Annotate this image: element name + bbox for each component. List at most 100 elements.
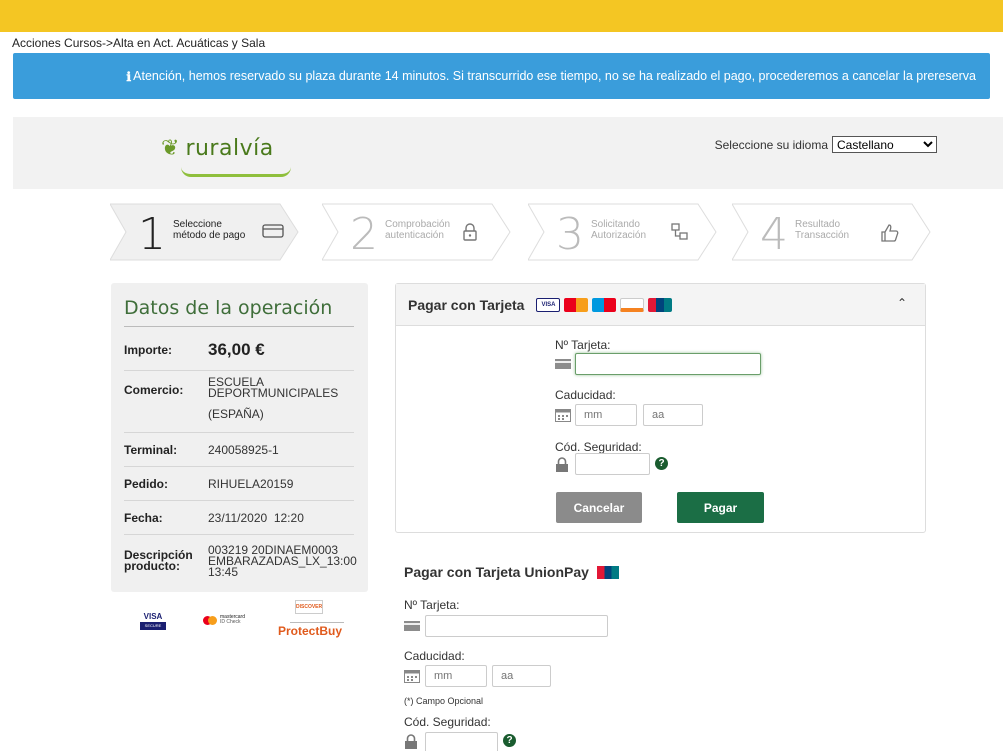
step-4-number: 4 (760, 209, 788, 260)
row-amount: Importe: 36,00 € (124, 329, 354, 371)
row-terminal: Terminal: 240058925-1 (124, 433, 354, 467)
protectbuy-logo: ProtectBuy (278, 624, 343, 638)
step-1-line2: método de pago (173, 230, 246, 241)
card-brands: VISA (536, 297, 673, 312)
step-3-line1: Solicitando (591, 219, 640, 230)
step-3-text: Solicitando Autorización (591, 219, 671, 241)
row-merchant: Comercio: ESCUELA DEPORTMUNICIPALES (ESP… (124, 371, 354, 433)
thumbs-up-icon (881, 224, 899, 242)
ruralvia-logo: ❦ ruralvía (161, 135, 291, 177)
terminal-label: Terminal: (124, 442, 178, 457)
cvv-label: Cód. Seguridad: (555, 440, 642, 454)
amount-label: Importe: (124, 342, 172, 357)
card-panel-title: Pagar con Tarjeta (408, 296, 525, 313)
date-value: 23/11/2020 12:20 (208, 510, 304, 525)
unionpay-title: Pagar con Tarjeta UnionPay (404, 564, 589, 580)
step-2-text: Comprobación autenticación (385, 219, 465, 241)
unionpay-expiry-label: Caducidad: (404, 649, 465, 663)
card-number-label: Nº Tarjeta: (555, 338, 611, 352)
order-value: RIHUELA20159 (208, 476, 294, 491)
calendar-icon (555, 409, 571, 422)
step-1-number: 1 (138, 209, 166, 260)
operation-title: Datos de la operación (124, 297, 333, 319)
unionpay-card-number-label: Nº Tarjeta: (404, 598, 460, 612)
leaf-icon: ❦ (161, 135, 180, 160)
divider (290, 622, 344, 623)
mastercard-sub-text: ID Check (220, 619, 241, 625)
unionpay-expiry-month-input[interactable] (425, 665, 487, 687)
terminal-value: 240058925-1 (208, 442, 279, 457)
merchant-value: ESCUELA DEPORTMUNICIPALES (ESPAÑA) (208, 375, 339, 421)
help-icon[interactable]: ? (655, 457, 668, 470)
step-3-line2: Autorización (591, 230, 647, 241)
unionpay-cvv-input[interactable] (425, 732, 498, 751)
step-1-text: Seleccione método de pago (173, 219, 253, 241)
language-selector: Seleccione su idioma Castellano (715, 136, 937, 153)
step-4: 4 Resultado Transacción (732, 203, 932, 261)
step-3-number: 3 (556, 209, 584, 260)
step-2-number: 2 (350, 209, 378, 260)
chevron-up-icon[interactable]: ⌃ (897, 296, 907, 310)
merchant-country: (ESPAÑA) (208, 407, 264, 421)
breadcrumb: Acciones Cursos->Alta en Act. Acuáticas … (12, 36, 266, 50)
mastercard-brand-icon (564, 297, 589, 312)
top-bar (0, 0, 1003, 32)
description-value: 003219 20DINAEM0003 EMBARAZADAS_LX_13:00… (208, 542, 357, 579)
step-2-line2: autenticación (385, 230, 444, 241)
unionpay-help-icon[interactable]: ? (503, 734, 516, 747)
mastercard-yellow-circle (208, 615, 217, 625)
unionpay-card-number-input[interactable] (425, 615, 608, 637)
expiry-label: Caducidad: (555, 388, 616, 402)
step-4-line1: Resultado (795, 219, 841, 230)
card-number-input[interactable] (575, 353, 761, 375)
alert-text: Atención, hemos reservado su plaza duran… (133, 69, 976, 83)
date-label: Fecha: (124, 510, 163, 525)
mastercard-logo: mastercard ID Check (203, 615, 245, 625)
step-2-line1: Comprobación (385, 219, 451, 230)
unionpay-cvv-label: Cód. Seguridad: (404, 715, 491, 729)
unionpay-padlock-icon (405, 734, 417, 749)
network-icon (671, 223, 688, 240)
visa-text: VISA (143, 612, 163, 621)
amount-value: 36,00 € (208, 339, 265, 359)
step-3: 3 Solicitando Autorización (528, 203, 718, 261)
logo-swoosh (181, 167, 291, 177)
step-4-line2: Transacción (795, 230, 850, 241)
security-logos: VISA SECURE mastercard ID Check DISCOVER… (140, 600, 350, 640)
unionpay-calendar-icon (404, 670, 420, 683)
unionpay-expiry-year-input[interactable] (492, 665, 551, 687)
unionpay-logo-icon (596, 565, 619, 579)
visa-sub-text: SECURE (140, 622, 166, 630)
discover-logo: DISCOVER (295, 600, 323, 614)
language-select[interactable]: Castellano (832, 136, 937, 153)
info-icon: ℹ (126, 68, 132, 84)
unionpay-section-title: Pagar con Tarjeta UnionPay (404, 564, 619, 580)
pay-button[interactable]: Pagar (677, 492, 764, 523)
merchant-label: Comercio: (124, 383, 184, 397)
merchant-name: ESCUELA DEPORTMUNICIPALES (208, 375, 339, 400)
expiry-year-input[interactable] (643, 404, 703, 426)
unionpay-brand-icon (648, 297, 673, 312)
step-4-text: Resultado Transacción (795, 219, 875, 241)
card-number-icon (555, 359, 571, 369)
cancel-button[interactable]: Cancelar (556, 492, 642, 523)
divider (124, 326, 354, 327)
description-label: Descripción producto: (124, 548, 193, 573)
order-label: Pedido: (124, 476, 168, 491)
row-date: Fecha: 23/11/2020 12:20 (124, 501, 354, 535)
discover-brand-icon (620, 297, 645, 312)
step-1-line1: Seleccione (173, 219, 222, 230)
brand-name: ruralvía (185, 135, 274, 161)
payment-steps: 1 Seleccione método de pago 2 Comprobaci… (110, 203, 940, 261)
page-header: ❦ ruralvía Seleccione su idioma Castella… (13, 117, 1003, 189)
expiry-month-input[interactable] (575, 404, 637, 426)
step-2: 2 Comprobación autenticación (322, 203, 512, 261)
card-panel-header[interactable]: Pagar con Tarjeta VISA ⌃ (396, 284, 925, 326)
maestro-brand-icon (592, 297, 617, 312)
visa-secure-logo: VISA SECURE (140, 612, 166, 634)
padlock-icon (556, 457, 568, 472)
unionpay-card-icon (404, 621, 420, 631)
lock-icon (463, 223, 477, 241)
optional-field-note: (*) Campo Opcional (404, 696, 484, 706)
cvv-input[interactable] (575, 453, 650, 475)
